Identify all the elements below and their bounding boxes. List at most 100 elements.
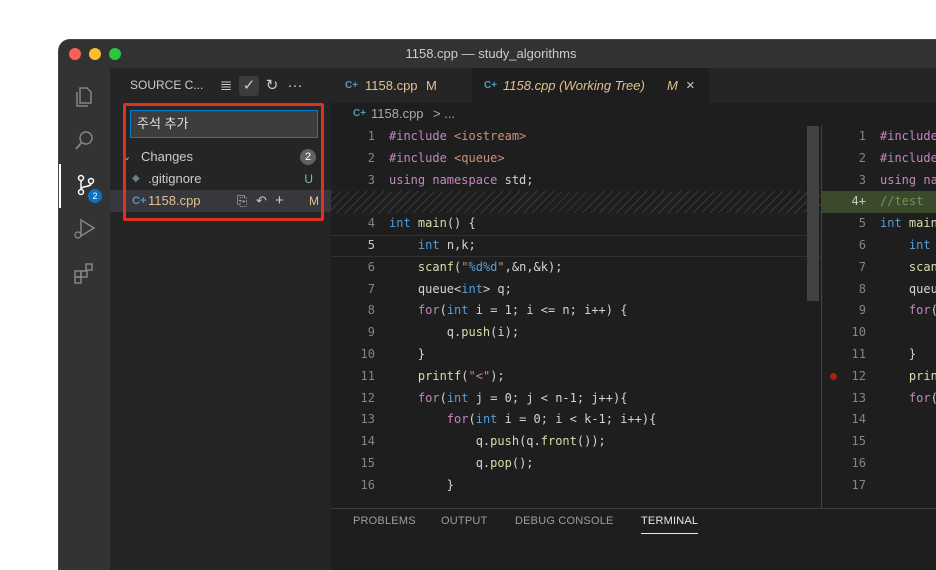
line-number: 13	[360, 412, 375, 427]
source-control-button[interactable]: 2	[59, 164, 112, 208]
line-number: 12	[851, 368, 866, 383]
bottom-panel: PROBLEMS OUTPUT DEBUG CONSOLE TERMINAL	[331, 508, 936, 570]
run-debug-button[interactable]	[59, 208, 110, 252]
view-as-list-icon[interactable]: ≣	[216, 76, 236, 96]
code-line: int main	[880, 216, 936, 231]
code-line: q.pop();	[389, 456, 534, 470]
line-number: 7	[367, 281, 375, 296]
line-number: 8	[858, 281, 866, 296]
line-number: 8	[367, 303, 375, 318]
line-number: 10	[851, 325, 866, 340]
explorer-button[interactable]	[59, 76, 110, 120]
sidebar-title: SOURCE C...	[130, 78, 204, 92]
tab-output[interactable]: OUTPUT	[441, 515, 487, 527]
cpp-file-icon: C+	[345, 80, 359, 91]
source-control-badge: 2	[88, 189, 102, 203]
editor-tabs: C+ 1158.cpp M C+ 1158.cpp (Working Tree)…	[331, 68, 936, 103]
code-line: queue<int> q;	[389, 281, 512, 296]
tab-terminal[interactable]: TERMINAL	[641, 515, 699, 534]
more-actions-icon[interactable]: ···	[285, 76, 305, 96]
code-line: for(int j = 0; j < n-1; j++){	[417, 390, 628, 405]
line-number: 2	[367, 150, 375, 165]
tab-debug-console[interactable]: DEBUG CONSOLE	[515, 515, 614, 527]
tab-status: M	[426, 78, 437, 93]
line-number: 1	[858, 129, 866, 143]
code-line: printf("<");	[417, 368, 505, 383]
annotation-highlight-box	[123, 103, 324, 221]
line-number: 12	[360, 390, 375, 405]
code-line: for(int i = 0; i < k-1; i++){	[446, 412, 657, 427]
line-number: 4+	[851, 194, 866, 209]
refresh-icon[interactable]: ↻	[262, 76, 282, 96]
cpp-file-icon: C+	[484, 80, 498, 91]
files-icon	[76, 87, 92, 107]
debug-icon	[74, 218, 96, 239]
line-number: 4	[367, 216, 375, 231]
line-number: 16	[851, 456, 866, 470]
tab-status: M	[667, 78, 678, 93]
breadcrumb-rest: > ...	[433, 106, 456, 121]
code-line: prin	[908, 368, 936, 383]
line-number: 15	[851, 434, 866, 449]
code-line: }	[389, 477, 455, 492]
code-line: #include	[880, 150, 936, 165]
line-number: 17	[851, 477, 866, 492]
code-line: q.push(i);	[389, 325, 520, 340]
line-number: 5	[367, 238, 375, 252]
activity-bar: 2	[59, 68, 110, 570]
line-number: 3	[367, 172, 375, 187]
search-icon	[75, 131, 93, 150]
window-title: 1158.cpp — study_algorithms	[405, 46, 577, 61]
code-line: //test	[880, 194, 924, 209]
code-line: }	[880, 347, 917, 361]
line-number: 6	[858, 238, 866, 252]
line-number: 9	[367, 325, 375, 340]
scrollbar-thumb[interactable]	[807, 126, 819, 301]
code-line: #include <queue>	[389, 150, 505, 165]
line-number: 14	[851, 412, 866, 427]
extensions-button[interactable]	[59, 252, 110, 296]
line-number: 3	[858, 172, 866, 187]
code-line: #include	[880, 129, 936, 143]
close-tab-icon[interactable]: ×	[686, 68, 695, 103]
breakpoint-icon[interactable]	[830, 373, 837, 380]
line-number: 5	[858, 216, 866, 231]
code-line: #include <iostream>	[389, 129, 527, 143]
line-number: 2	[858, 150, 866, 165]
code-line: queu	[880, 281, 936, 296]
tab-label: 1158.cpp (Working Tree)	[503, 78, 645, 93]
code-line: scan	[908, 259, 936, 274]
line-number: 9	[858, 303, 866, 318]
code-line: int	[908, 238, 931, 252]
code-line: int n,k;	[417, 238, 476, 252]
original-editor[interactable]: 1 2 3 4 5 6 7 8 9 10 11 12 13 14 15 16 #…	[331, 126, 821, 508]
search-button[interactable]	[59, 120, 110, 164]
code-line: using na	[880, 172, 936, 187]
tab-problems[interactable]: PROBLEMS	[353, 515, 416, 527]
tab-1158-cpp-working-tree[interactable]: C+ 1158.cpp (Working Tree) M ×	[472, 68, 709, 103]
commit-check-icon[interactable]: ✓	[239, 76, 259, 96]
line-number: 13	[851, 390, 866, 405]
title-bar: 1158.cpp — study_algorithms	[59, 40, 936, 68]
diff-placeholder-hatch	[331, 191, 821, 214]
tab-label: 1158.cpp	[365, 78, 418, 93]
line-number: 7	[858, 259, 866, 274]
line-number: 6	[367, 259, 375, 274]
line-number: 11	[851, 347, 866, 361]
tab-1158-cpp[interactable]: C+ 1158.cpp M	[331, 68, 463, 103]
sidebar-header: SOURCE C... ≣ ✓ ↻ ···	[110, 68, 331, 103]
line-number: 14	[360, 434, 375, 449]
line-number: 15	[360, 456, 375, 470]
extensions-icon	[74, 263, 93, 284]
modified-editor[interactable]: 1 2 3 4+ 5 6 7 8 9 10 11 12 13 14 15 16 …	[822, 126, 936, 508]
code-line: q.push(q.front());	[389, 434, 606, 449]
line-number: 10	[360, 347, 375, 361]
code-line: int main() {	[389, 216, 476, 231]
cpp-file-icon: C+	[353, 108, 367, 119]
breadcrumb-file: 1158.cpp	[371, 106, 424, 121]
code-line: for(	[908, 390, 936, 405]
code-line: scanf("%d%d",&n,&k);	[417, 259, 563, 274]
line-number: 1	[367, 129, 375, 143]
code-line: for(	[908, 303, 936, 318]
line-number: 16	[360, 477, 375, 492]
